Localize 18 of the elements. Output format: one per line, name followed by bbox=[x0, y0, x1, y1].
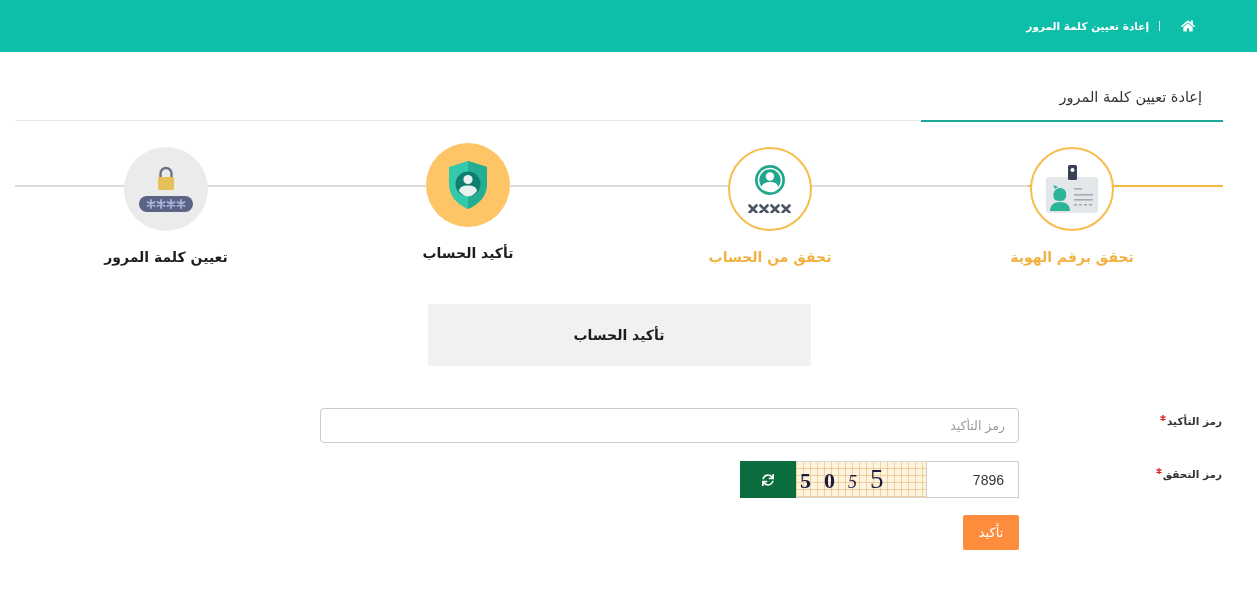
page-title: إعادة تعيين كلمة المرور bbox=[1059, 88, 1202, 108]
field-label: رمز التأكيد bbox=[1167, 413, 1222, 430]
step-label: تأكيد الحساب bbox=[422, 243, 514, 263]
padlock-password-icon bbox=[139, 166, 193, 212]
confirmation-code-field[interactable]: رمز التأكيد bbox=[320, 408, 1019, 443]
verification-code-field[interactable]: 7896 bbox=[926, 461, 1019, 498]
step-label: تحقق من الحساب bbox=[708, 248, 832, 267]
refresh-captcha-button[interactable] bbox=[740, 461, 796, 498]
id-card-icon bbox=[1046, 165, 1098, 213]
breadcrumb-current: إعادة تعيين كلمة المرور bbox=[1026, 20, 1149, 32]
step-label: تحقق برقم الهوية bbox=[1010, 248, 1134, 267]
field-label: رمز التحقق bbox=[1162, 467, 1222, 483]
section-title: تأكيد الحساب bbox=[573, 327, 665, 343]
captcha-code: 5 0 5 5 bbox=[800, 466, 884, 493]
shield-user-icon bbox=[448, 160, 488, 210]
user-circle-icon bbox=[747, 165, 793, 213]
refresh-icon bbox=[762, 473, 774, 486]
step-label: تعيين كلمة المرور bbox=[104, 248, 228, 267]
